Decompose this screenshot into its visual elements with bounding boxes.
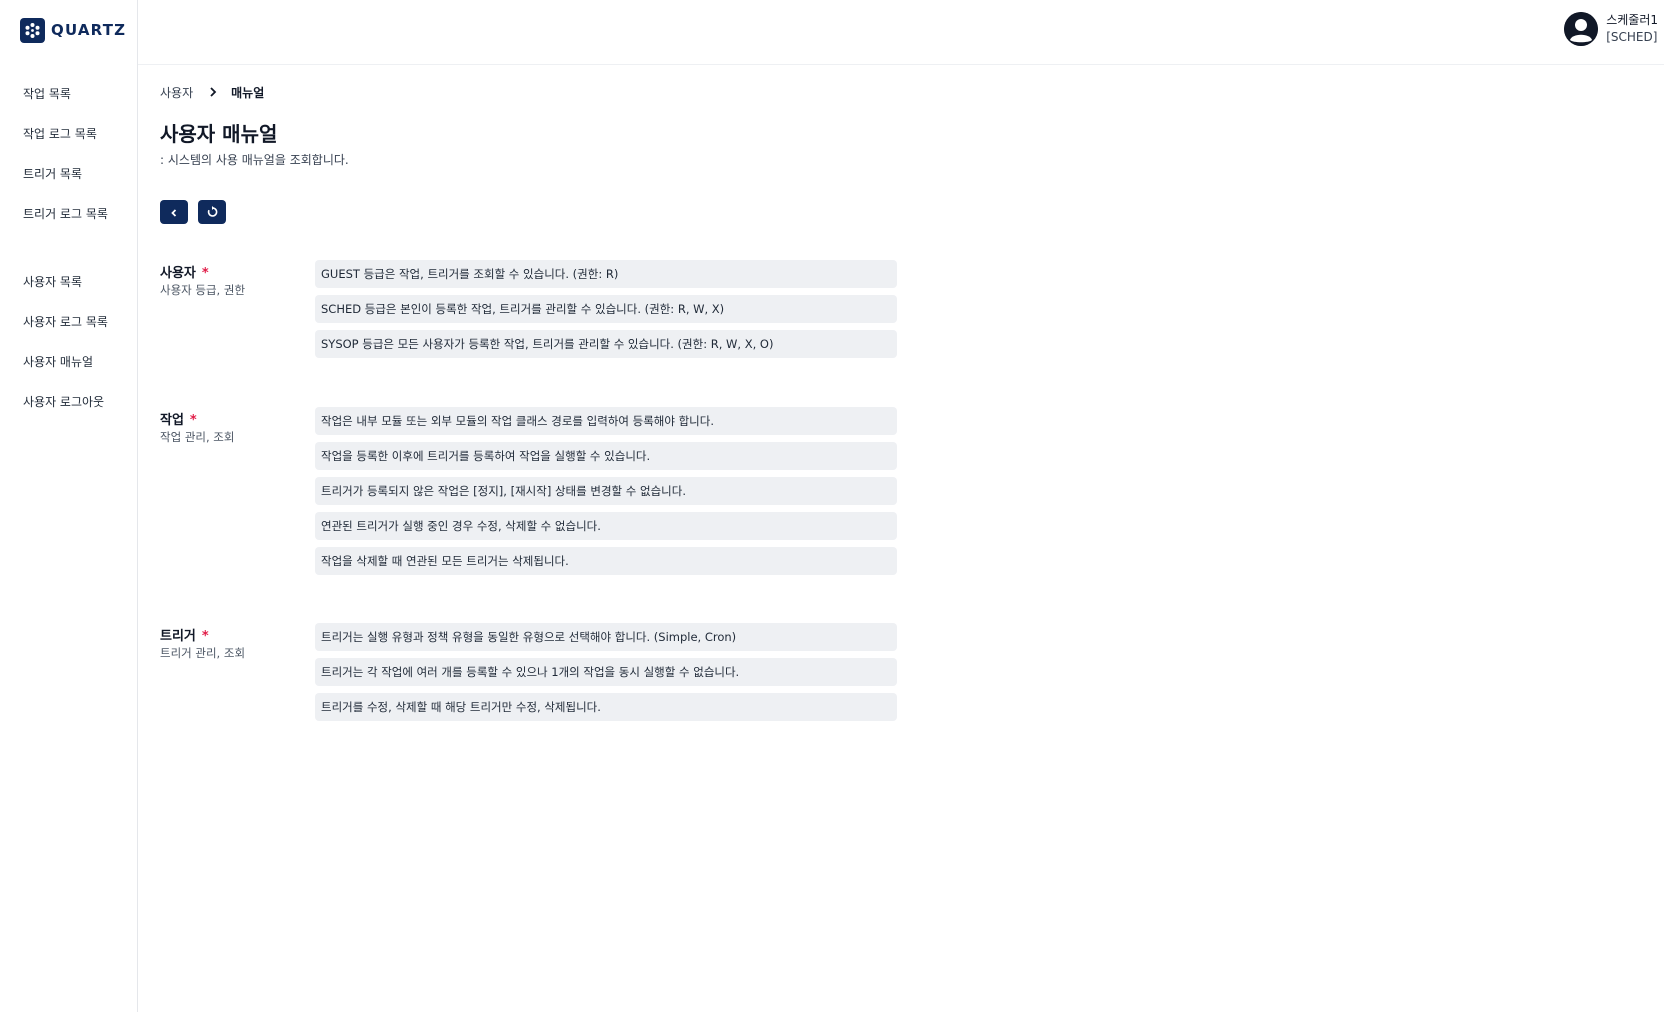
section-title-text: 사용자 (160, 266, 196, 281)
rule-item: 트리거가 등록되지 않은 작업은 [정지], [재시작] 상태를 변경할 수 없… (315, 477, 897, 505)
user-menu[interactable]: 스케줄러1 [SCHED] (1564, 12, 1658, 46)
section-title-text: 트리거 (160, 629, 196, 644)
chevron-right-icon (209, 86, 217, 100)
rule-item: SCHED 등급은 본인이 등록한 작업, 트리거를 관리할 수 있습니다. (… (315, 295, 897, 323)
breadcrumb-parent[interactable]: 사용자 (160, 84, 193, 101)
section-title-text: 작업 (160, 413, 184, 428)
page-title: 사용자 매뉴얼 (160, 122, 278, 146)
app: QUARTZ 작업 목록 작업 로그 목록 트리거 목록 트리거 로그 목록 사… (0, 0, 1664, 1012)
refresh-icon (206, 203, 218, 222)
sidebar-item-user-list[interactable]: 사용자 목록 (23, 273, 82, 290)
logo-text: QUARTZ (51, 21, 127, 39)
rule-item: 작업은 내부 모듈 또는 외부 모듈의 작업 클래스 경로를 입력하여 등록해야… (315, 407, 897, 435)
section-user-title: 사용자 * (160, 262, 209, 281)
user-name: 스케줄러1 (1606, 13, 1658, 27)
rule-item: 연관된 트리거가 실행 중인 경우 수정, 삭제할 수 없습니다. (315, 512, 897, 540)
required-mark: * (189, 413, 197, 428)
sidebar-item-trigger-list[interactable]: 트리거 목록 (23, 165, 82, 182)
section-job-subtitle: 작업 관리, 조회 (160, 430, 235, 444)
section-trigger-title: 트리거 * (160, 625, 209, 644)
section-user-subtitle: 사용자 등급, 권한 (160, 283, 246, 297)
rule-item: GUEST 등급은 작업, 트리거를 조회할 수 있습니다. (권한: R) (315, 260, 897, 288)
rule-item: 작업을 삭제할 때 연관된 모든 트리거는 삭제됩니다. (315, 547, 897, 575)
sidebar-item-user-logout[interactable]: 사용자 로그아웃 (23, 393, 104, 410)
sidebar-item-user-log-list[interactable]: 사용자 로그 목록 (23, 313, 108, 330)
user-role: [SCHED] (1606, 30, 1658, 44)
user-info: 스케줄러1 [SCHED] (1606, 12, 1658, 46)
required-mark: * (201, 266, 209, 281)
logo[interactable]: QUARTZ (20, 17, 126, 43)
sidebar-item-trigger-log-list[interactable]: 트리거 로그 목록 (23, 205, 108, 222)
refresh-button[interactable] (198, 200, 226, 224)
sidebar-item-user-manual[interactable]: 사용자 매뉴얼 (23, 353, 93, 370)
rule-item: 트리거를 수정, 삭제할 때 해당 트리거만 수정, 삭제됩니다. (315, 693, 897, 721)
sidebar-item-job-log-list[interactable]: 작업 로그 목록 (23, 125, 97, 142)
back-button[interactable] (160, 200, 188, 224)
page-description: : 시스템의 사용 매뉴얼을 조회합니다. (160, 153, 349, 167)
required-mark: * (201, 629, 209, 644)
breadcrumb: 사용자 매뉴얼 (160, 84, 264, 101)
section-trigger-subtitle: 트리거 관리, 조회 (160, 646, 246, 660)
sidebar-item-job-list[interactable]: 작업 목록 (23, 85, 71, 102)
quartz-logo-icon (20, 17, 45, 43)
sidebar: QUARTZ 작업 목록 작업 로그 목록 트리거 목록 트리거 로그 목록 사… (0, 0, 138, 1012)
chevron-left-icon (169, 203, 179, 222)
rule-item: 작업을 등록한 이후에 트리거를 등록하여 작업을 실행할 수 있습니다. (315, 442, 897, 470)
user-avatar-icon (1564, 12, 1599, 46)
rule-item: 트리거는 각 작업에 여러 개를 등록할 수 있으나 1개의 작업을 동시 실행… (315, 658, 897, 686)
breadcrumb-current: 매뉴얼 (231, 86, 265, 100)
rule-item: SYSOP 등급은 모든 사용자가 등록한 작업, 트리거를 관리할 수 있습니… (315, 330, 897, 358)
rule-item: 트리거는 실행 유형과 정책 유형을 동일한 유형으로 선택해야 합니다. (S… (315, 623, 897, 651)
section-job-title: 작업 * (160, 409, 197, 428)
top-header: 스케줄러1 [SCHED] (138, 0, 1664, 65)
